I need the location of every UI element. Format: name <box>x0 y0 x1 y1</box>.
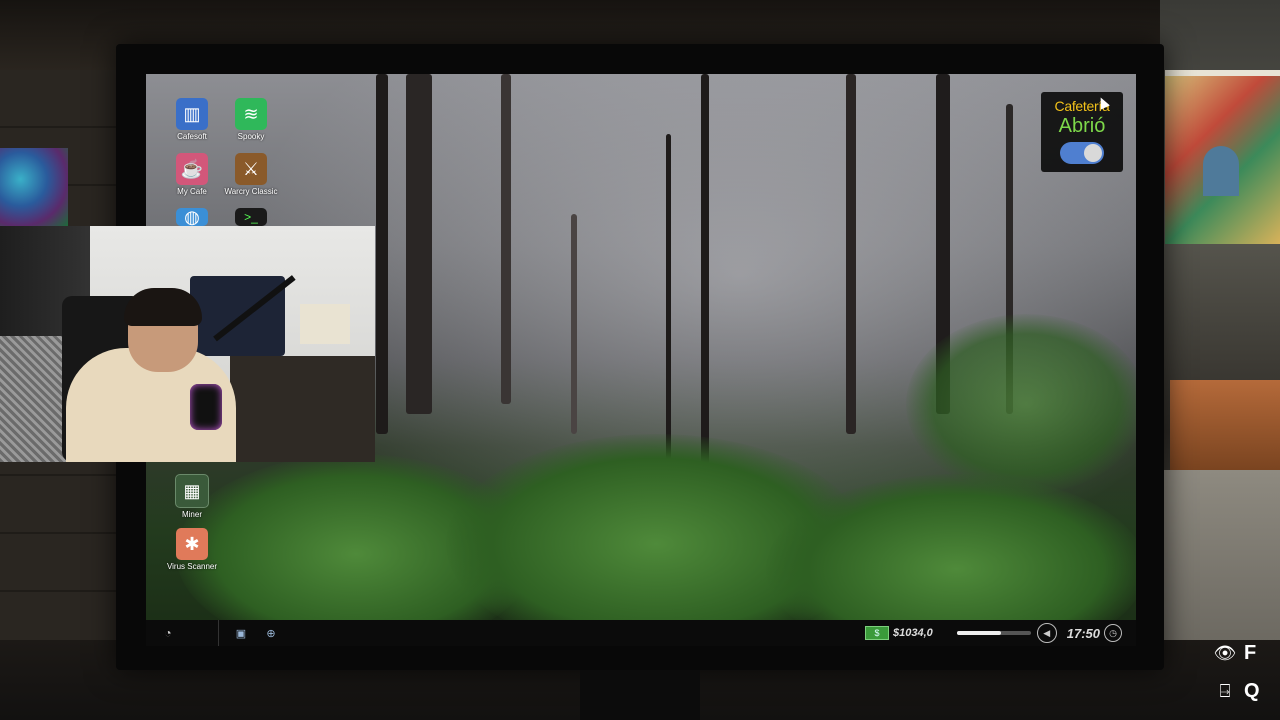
miner-icon: ▦ <box>175 474 209 508</box>
browser-icon: ◍ <box>176 207 208 227</box>
clock-icon[interactable]: ◷ <box>1104 624 1122 642</box>
desktop-icon-label: Spooky <box>237 132 265 141</box>
taskbar-divider <box>218 620 219 646</box>
cafesoft-icon: ▥ <box>176 98 208 130</box>
cafeteria-title: Cafetería <box>1054 98 1110 114</box>
toggle-knob <box>1084 144 1102 162</box>
desktop-icon-virus-scanner[interactable]: ✱ Virus Scanner <box>157 528 227 571</box>
terminal-icon: >_ <box>235 208 267 226</box>
hint-key: F <box>1244 642 1257 664</box>
market-stall <box>1170 380 1280 470</box>
spooky-icon: ≋ <box>235 98 267 130</box>
monitor-stand <box>580 670 700 720</box>
globe-icon[interactable]: ⊕ <box>263 625 279 641</box>
hint-look: 👁 F <box>1212 642 1257 665</box>
shop-sign <box>1165 70 1280 244</box>
wall-painting <box>0 148 68 226</box>
taskbar: ◔ ▣ ⊕ $ $1034,0 ◀ 17:50 ◷ <box>146 620 1136 646</box>
desktop-icon-label: Warcry Classic <box>224 187 278 196</box>
start-button[interactable]: ◔ <box>158 623 178 643</box>
desktop-icon-terminal[interactable]: >_ <box>216 208 286 226</box>
desktop-icon-label: Miner <box>181 510 202 519</box>
eye-icon: 👁 <box>1213 643 1237 663</box>
warcry-icon: ⚔ <box>235 153 267 185</box>
cafeteria-open-toggle[interactable] <box>1060 142 1104 164</box>
mycafe-icon: ☕ <box>176 153 208 185</box>
desktop-icon-miner[interactable]: ▦ Miner <box>157 474 227 519</box>
volume-icon[interactable]: ◀ <box>1036 623 1057 643</box>
desktop-icon-spooky[interactable]: ≋ Spooky <box>216 98 286 141</box>
streamer-webcam <box>0 226 375 462</box>
desktop-icon-warcry-classic[interactable]: ⚔ Warcry Classic <box>216 153 286 196</box>
money-balance: $1034,0 <box>892 627 933 639</box>
hint-exit: ⍈ Q <box>1212 680 1260 703</box>
system-tray: $ $1034,0 ◀ 17:50 ◷ <box>864 620 1122 646</box>
exit-door-icon: ⍈ <box>1219 681 1231 701</box>
money-icon: $ <box>864 626 889 640</box>
clock: 17:50 <box>1066 625 1100 641</box>
volume-fill <box>956 631 1002 635</box>
hint-key: Q <box>1244 680 1260 702</box>
volume-slider[interactable] <box>956 631 1031 635</box>
cafeteria-status: Abrió <box>1058 115 1106 137</box>
files-icon[interactable]: ▣ <box>233 625 249 641</box>
cafeteria-widget: Cafetería Abrió <box>1041 92 1123 172</box>
virus-scanner-icon: ✱ <box>176 528 208 560</box>
desktop-icon-label: Virus Scanner <box>166 562 218 571</box>
